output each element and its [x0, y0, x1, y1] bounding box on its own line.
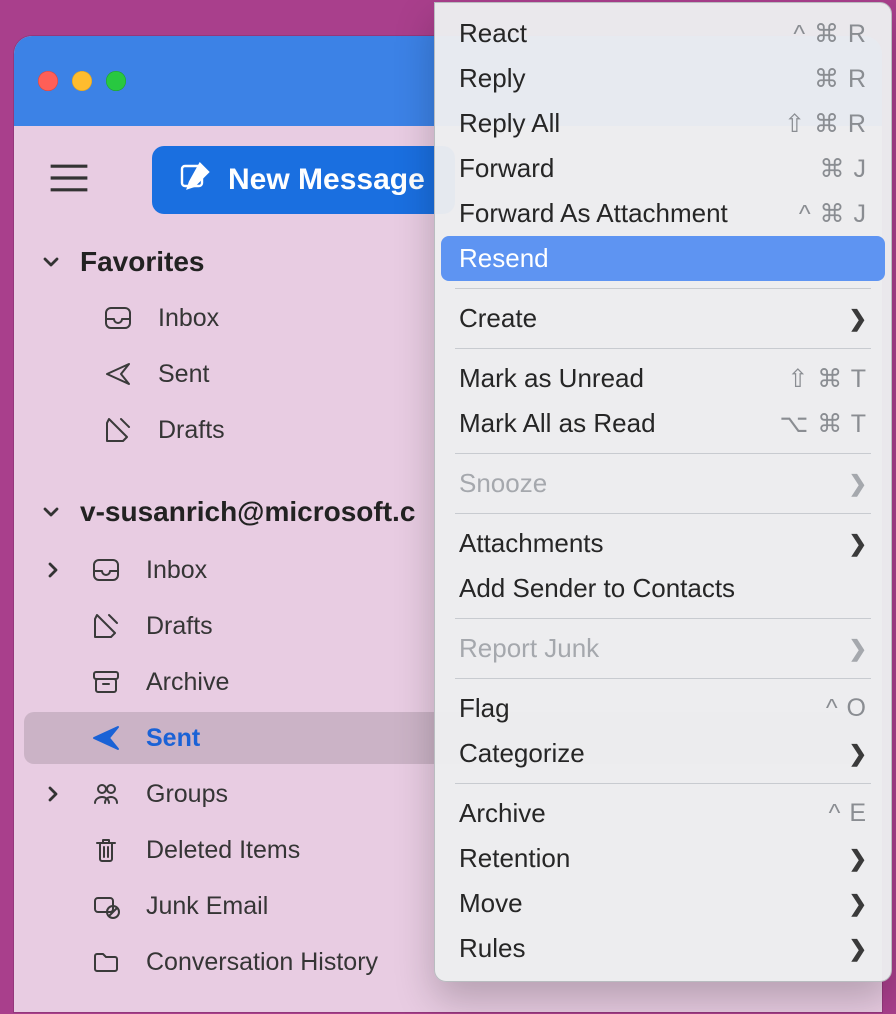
- menu-icon[interactable]: [48, 161, 90, 200]
- menu-separator: [455, 618, 871, 619]
- menu-shortcut: ⌥ ⌘ T: [779, 409, 867, 439]
- menu-item-label: Move: [459, 888, 839, 919]
- menu-item-label: Add Sender to Contacts: [459, 573, 867, 604]
- folder-label: Drafts: [158, 416, 225, 445]
- menu-item-forward[interactable]: Forward⌘ J: [441, 146, 885, 191]
- inbox-icon: [100, 302, 136, 334]
- minimize-window-button[interactable]: [72, 71, 92, 91]
- archive-icon: [88, 666, 124, 698]
- menu-item-label: Flag: [459, 693, 826, 724]
- chevron-right-icon: ❯: [849, 471, 867, 497]
- menu-separator: [455, 678, 871, 679]
- menu-item-rules[interactable]: Rules ❯: [441, 926, 885, 971]
- menu-item-mark-all-as-read[interactable]: Mark All as Read⌥ ⌘ T: [441, 401, 885, 446]
- menu-shortcut: ⇧ ⌘ T: [787, 364, 867, 394]
- chevron-right-icon: ❯: [849, 846, 867, 872]
- menu-item-mark-as-unread[interactable]: Mark as Unread⇧ ⌘ T: [441, 356, 885, 401]
- junk-icon: [88, 890, 124, 922]
- menu-item-attachments[interactable]: Attachments ❯: [441, 521, 885, 566]
- trash-icon: [88, 834, 124, 866]
- menu-item-label: React: [459, 18, 793, 49]
- menu-item-retention[interactable]: Retention ❯: [441, 836, 885, 881]
- menu-shortcut: ^ ⌘ R: [793, 19, 867, 49]
- menu-item-label: Resend: [459, 243, 867, 274]
- chevron-right-icon: ❯: [849, 306, 867, 332]
- menu-item-label: Rules: [459, 933, 839, 964]
- folder-label: Drafts: [146, 612, 213, 641]
- folder-label: Inbox: [158, 304, 219, 333]
- menu-item-label: Forward: [459, 153, 820, 184]
- menu-item-flag[interactable]: Flag^ O: [441, 686, 885, 731]
- menu-item-label: Create: [459, 303, 839, 334]
- chevron-right-icon: ❯: [849, 936, 867, 962]
- chevron-right-icon: ❯: [849, 741, 867, 767]
- compose-icon: [178, 160, 210, 200]
- menu-item-reply[interactable]: Reply⌘ R: [441, 56, 885, 101]
- menu-item-label: Report Junk: [459, 633, 839, 664]
- zoom-window-button[interactable]: [106, 71, 126, 91]
- new-message-button[interactable]: New Message: [152, 146, 455, 214]
- menu-item-forward-as-attachment[interactable]: Forward As Attachment^ ⌘ J: [441, 191, 885, 236]
- chevron-down-icon: [38, 499, 64, 525]
- menu-item-add-sender-to-contacts[interactable]: Add Sender to Contacts: [441, 566, 885, 611]
- chevron-right-icon: ❯: [849, 891, 867, 917]
- menu-shortcut: ⌘ R: [814, 64, 867, 94]
- menu-item-snooze: Snooze ❯: [441, 461, 885, 506]
- menu-separator: [455, 783, 871, 784]
- menu-item-resend[interactable]: Resend: [441, 236, 885, 281]
- inbox-icon: [88, 554, 124, 586]
- menu-shortcut: ⇧ ⌘ R: [784, 109, 867, 139]
- chevron-right-icon: ❯: [849, 636, 867, 662]
- menu-item-reply-all[interactable]: Reply All⇧ ⌘ R: [441, 101, 885, 146]
- close-window-button[interactable]: [38, 71, 58, 91]
- menu-shortcut: ^ ⌘ J: [799, 199, 867, 229]
- menu-item-label: Mark All as Read: [459, 408, 779, 439]
- menu-item-label: Reply All: [459, 108, 784, 139]
- menu-item-label: Snooze: [459, 468, 839, 499]
- account-label: v-susanrich@microsoft.c: [80, 496, 415, 528]
- new-message-label: New Message: [228, 163, 425, 197]
- folder-label: Deleted Items: [146, 836, 300, 865]
- groups-icon: [88, 778, 124, 810]
- folder-icon: [88, 946, 124, 978]
- folder-label: Inbox: [146, 556, 207, 585]
- folder-label: Junk Email: [146, 892, 268, 921]
- menu-item-move[interactable]: Move ❯: [441, 881, 885, 926]
- menu-item-label: Attachments: [459, 528, 839, 559]
- chevron-right-icon[interactable]: [40, 557, 66, 583]
- context-menu: React^ ⌘ RReply⌘ RReply All⇧ ⌘ RForward⌘…: [434, 2, 892, 982]
- menu-item-categorize[interactable]: Categorize ❯: [441, 731, 885, 776]
- sent-icon: [100, 358, 136, 390]
- menu-item-react[interactable]: React^ ⌘ R: [441, 11, 885, 56]
- sent-icon: [88, 722, 124, 754]
- folder-label: Archive: [146, 668, 229, 697]
- menu-shortcut: ^ O: [826, 694, 867, 723]
- menu-separator: [455, 288, 871, 289]
- chevron-right-icon: ❯: [849, 531, 867, 557]
- menu-item-label: Forward As Attachment: [459, 198, 799, 229]
- folder-label: Groups: [146, 780, 228, 809]
- chevron-down-icon: [38, 249, 64, 275]
- folder-label: Sent: [146, 724, 200, 753]
- menu-item-create[interactable]: Create ❯: [441, 296, 885, 341]
- menu-item-label: Retention: [459, 843, 839, 874]
- menu-shortcut: ^ E: [829, 799, 867, 828]
- window-controls: [38, 71, 126, 91]
- menu-separator: [455, 453, 871, 454]
- folder-label: Conversation History: [146, 948, 378, 977]
- menu-item-report-junk: Report Junk ❯: [441, 626, 885, 671]
- folder-label: Sent: [158, 360, 209, 389]
- drafts-icon: [88, 610, 124, 642]
- menu-item-archive[interactable]: Archive^ E: [441, 791, 885, 836]
- menu-item-label: Reply: [459, 63, 814, 94]
- chevron-right-icon[interactable]: [40, 781, 66, 807]
- menu-separator: [455, 513, 871, 514]
- menu-separator: [455, 348, 871, 349]
- drafts-icon: [100, 414, 136, 446]
- menu-item-label: Archive: [459, 798, 829, 829]
- menu-item-label: Mark as Unread: [459, 363, 787, 394]
- favorites-label: Favorites: [80, 246, 205, 278]
- menu-item-label: Categorize: [459, 738, 839, 769]
- menu-shortcut: ⌘ J: [820, 154, 867, 184]
